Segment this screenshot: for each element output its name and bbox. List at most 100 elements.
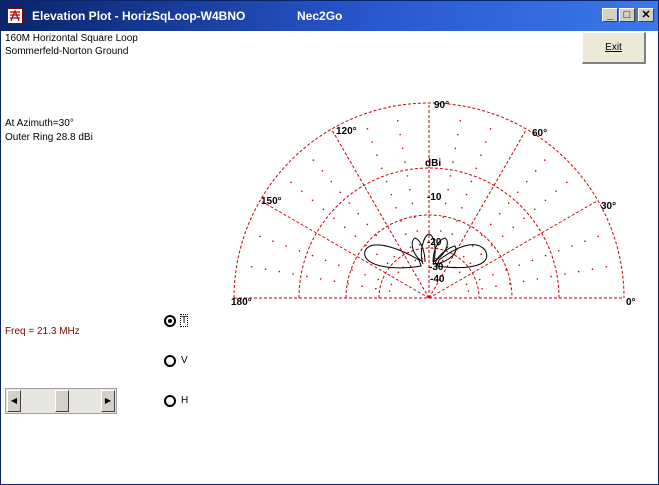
grid-dot <box>330 180 333 183</box>
angle-label-150: 150° <box>261 196 282 207</box>
radio-total-label: T <box>179 314 189 327</box>
grid-spoke-60 <box>428 128 527 299</box>
grid-dot <box>457 133 459 136</box>
angle-label-0: 0° <box>626 297 636 308</box>
ring-label-minus30: -30 <box>429 262 444 273</box>
ring-label-minus10: -10 <box>427 192 442 203</box>
grid-dot <box>507 202 510 204</box>
grid-dot <box>461 206 463 209</box>
ring-label-minus20: -20 <box>427 237 442 248</box>
scroll-thumb[interactable] <box>55 390 69 412</box>
grid-dot <box>577 270 580 273</box>
grid-dot <box>312 159 315 161</box>
grid-dot <box>566 181 568 184</box>
grid-dot <box>366 223 369 226</box>
grid-dot <box>376 154 378 156</box>
grid-dot <box>400 220 402 222</box>
grid-dot <box>498 212 501 215</box>
grid-dot <box>396 119 399 122</box>
grid-dot <box>399 133 401 136</box>
grid-dot <box>523 217 525 220</box>
radio-vertical[interactable] <box>164 355 176 367</box>
maximize-button[interactable]: □ <box>619 8 635 22</box>
outer-ring-label: Outer Ring 28.8 dBi <box>5 132 93 143</box>
grid-dot <box>469 262 472 265</box>
grid-dot <box>388 290 391 292</box>
radio-total[interactable] <box>164 315 176 327</box>
angle-label-90: 90° <box>434 100 449 111</box>
minimize-button[interactable]: _ <box>602 8 618 22</box>
exit-button[interactable]: Exit <box>582 32 646 64</box>
grid-dot <box>333 280 336 283</box>
frequency-label: Freq = 21.3 MHz <box>5 326 80 337</box>
grid-dot <box>442 216 445 219</box>
grid-dot <box>564 273 566 275</box>
grid-dot <box>454 147 457 150</box>
grid-dot <box>393 255 396 258</box>
grid-dot <box>375 287 377 290</box>
grid-dot <box>465 283 468 286</box>
app-name: Nec2Go <box>297 9 343 23</box>
grid-dot <box>470 180 473 183</box>
grid-dot <box>531 259 534 262</box>
grid-dot <box>505 269 507 271</box>
client-area: 160M Horizontal Square Loop Sommerfeld-N… <box>1 31 658 484</box>
grid-dot <box>456 220 458 222</box>
grid-dot <box>480 253 482 256</box>
grid-dot <box>444 202 447 205</box>
scroll-right-arrow-icon[interactable]: ▶ <box>101 390 115 412</box>
elevation-plot-window: Elevation Plot - HorizSqLoop-W4BNO Nec2G… <box>0 0 659 485</box>
grid-dot <box>311 254 314 257</box>
grid-dot <box>324 259 327 262</box>
grid-dot <box>390 193 393 196</box>
grid-dot <box>292 273 294 275</box>
grid-dot <box>465 193 468 196</box>
grid-dot <box>259 235 261 238</box>
grid-dot <box>301 190 303 193</box>
grid-dot <box>591 268 594 270</box>
grid-dot <box>480 234 483 236</box>
grid-dot <box>441 259 444 262</box>
grid-dot <box>471 245 474 247</box>
grid-dot <box>343 226 346 229</box>
grid-dot <box>449 175 452 177</box>
title-bar[interactable]: Elevation Plot - HorizSqLoop-W4BNO Nec2G… <box>1 1 658 31</box>
grid-dot <box>409 188 411 191</box>
radio-horizontal[interactable] <box>164 395 176 407</box>
grid-dot <box>484 141 487 143</box>
grid-dot <box>597 235 599 238</box>
angle-label-60: 60° <box>532 128 547 139</box>
grid-dot <box>459 119 462 122</box>
ring-label-dbi: dBi <box>425 158 441 169</box>
grid-dot <box>522 280 525 283</box>
grid-spoke-30 <box>428 200 599 299</box>
grid-dot <box>495 285 497 287</box>
grid-dot <box>475 167 477 170</box>
azimuth-scrollbar[interactable]: ◀ ▶ <box>5 388 117 414</box>
grid-dot <box>395 206 397 209</box>
grid-dot <box>534 170 537 172</box>
grid-dot <box>351 269 353 271</box>
grid-dot <box>543 159 546 161</box>
grid-dot <box>555 190 557 193</box>
grid-dot <box>298 250 301 252</box>
grid-dot <box>250 265 253 268</box>
grid-dot <box>605 265 608 268</box>
ground-description: Sommerfeld-Norton Ground <box>5 46 129 57</box>
grid-dot <box>516 191 519 194</box>
close-button[interactable]: ✕ <box>638 8 654 22</box>
grid-dot <box>536 278 539 280</box>
grid-dot <box>348 202 351 204</box>
grid-dot <box>390 283 393 286</box>
grid-dot <box>354 235 357 238</box>
grid-dot <box>489 223 492 226</box>
grid-dot <box>371 141 374 143</box>
grid-dot <box>501 235 504 238</box>
grid-dot <box>508 282 511 285</box>
grid-dot <box>458 271 461 274</box>
radiation-pattern <box>364 233 488 269</box>
grid-dot <box>404 161 406 163</box>
grid-dot <box>518 264 521 266</box>
scroll-left-arrow-icon[interactable]: ◀ <box>7 390 21 412</box>
grid-dot <box>544 254 547 257</box>
